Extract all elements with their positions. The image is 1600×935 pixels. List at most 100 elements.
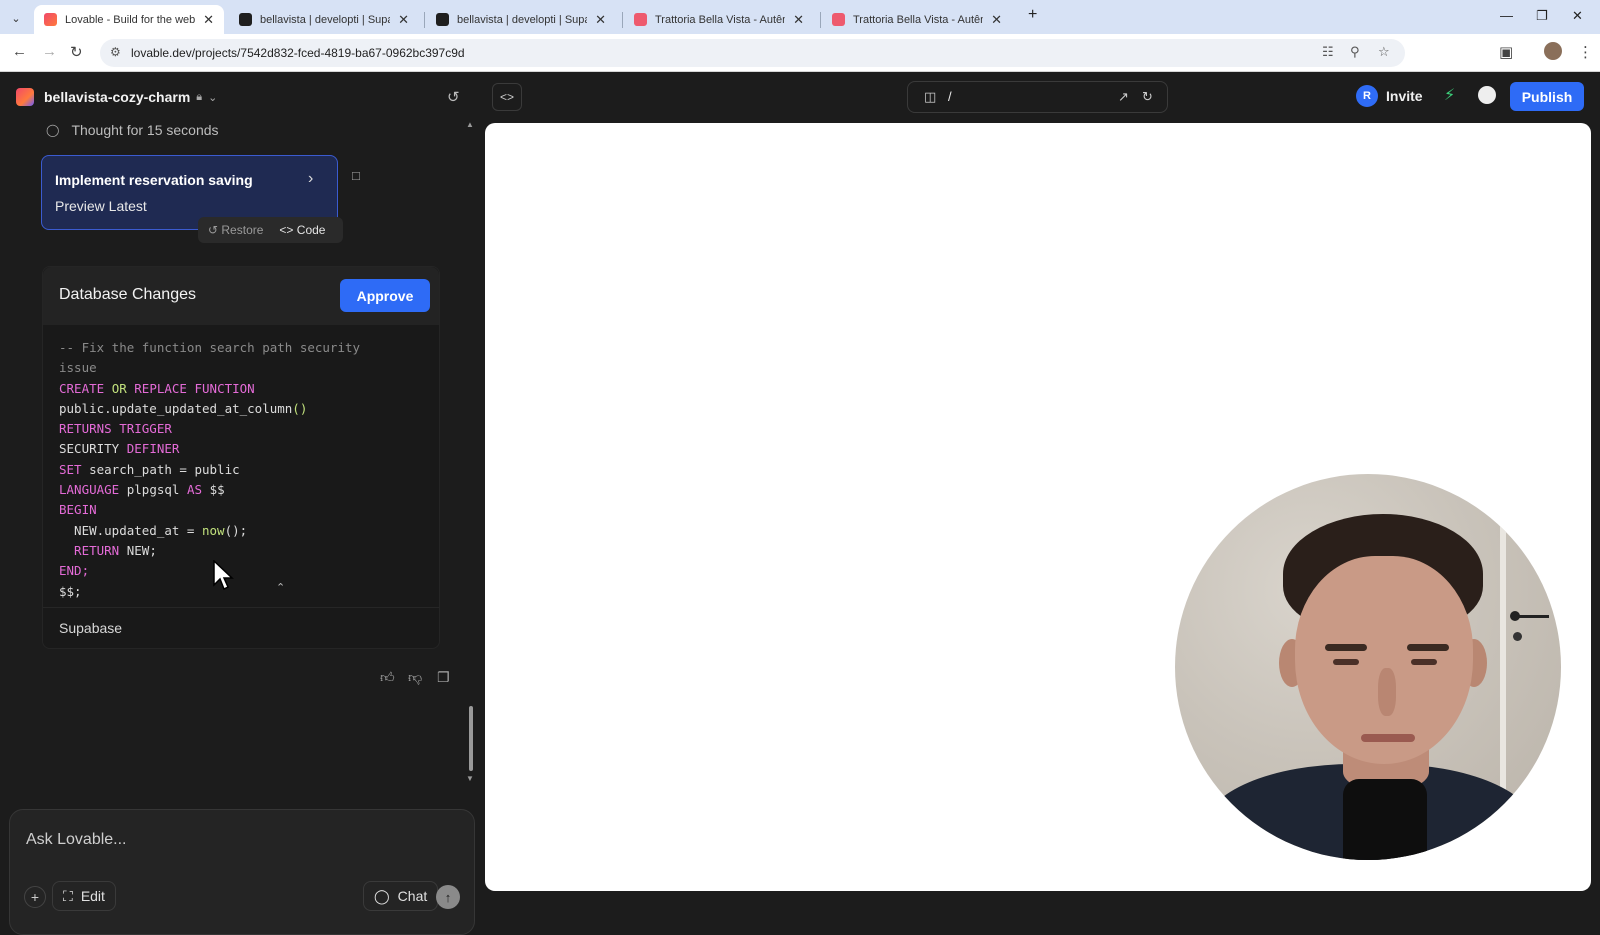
url-text[interactable]: lovable.dev/projects/7542d832-fced-4819-… [131, 46, 465, 60]
thought-indicator[interactable]: ◯ Thought for 15 seconds [46, 122, 219, 138]
presenter-mouth [1361, 734, 1415, 742]
close-tab-icon[interactable]: ✕ [793, 12, 804, 28]
extensions-icon[interactable]: ▣ [1499, 43, 1513, 61]
site-info-icon[interactable]: ⚙ [110, 45, 121, 59]
chat-scrollbar[interactable] [469, 706, 473, 771]
database-changes-card: Database Changes Approve -- Fix the func… [42, 266, 440, 649]
composer-input[interactable]: Ask Lovable... [26, 831, 127, 849]
door-handle [1513, 615, 1549, 618]
close-window-icon[interactable]: ✕ [1572, 8, 1583, 24]
zoom-icon[interactable]: ⚲ [1350, 44, 1360, 60]
route-path[interactable]: / [948, 89, 952, 104]
avatar: R [1356, 85, 1378, 107]
chat-composer[interactable]: Ask Lovable... + ⛶ Edit ◯ Chat ↑ [9, 809, 475, 935]
collapse-chevron-icon[interactable]: ⌃ [276, 581, 285, 594]
tab-title: Lovable - Build for the web 20x [65, 13, 196, 26]
database-changes-title: Database Changes [59, 286, 196, 303]
open-external-icon[interactable]: ↗ [1118, 89, 1129, 105]
refresh-preview-icon[interactable]: ↻ [1142, 89, 1153, 105]
github-icon[interactable] [1478, 86, 1496, 104]
scroll-down-icon[interactable]: ▼ [466, 774, 474, 783]
new-tab-button[interactable]: + [1028, 6, 1037, 24]
chat-mode-button[interactable]: ◯ Chat [363, 881, 439, 911]
presenter-eye [1333, 659, 1359, 665]
close-tab-icon[interactable]: ✕ [203, 12, 214, 28]
view-code-button[interactable]: <> Code [279, 223, 325, 237]
chevron-right-icon[interactable]: › [308, 170, 313, 188]
tab-search-chevron-icon[interactable]: ⌄ [6, 8, 26, 28]
menu-icon[interactable]: ⋮ [1578, 43, 1593, 61]
sql-code-block: -- Fix the function search path security… [59, 340, 361, 599]
approve-button[interactable]: Approve [340, 279, 430, 312]
tab-title: Trattoria Bella Vista - Autêntica [655, 13, 785, 26]
bookmark-icon[interactable]: □ [352, 168, 360, 183]
history-icon[interactable]: ↺ [447, 88, 460, 106]
chat-label: Chat [397, 888, 428, 904]
device-view-icon[interactable]: ◫ [924, 89, 936, 105]
microphone [1343, 779, 1427, 860]
forward-icon[interactable]: → [42, 43, 57, 60]
database-changes-footer: Supabase [43, 607, 439, 649]
close-tab-icon[interactable]: ✕ [398, 12, 409, 28]
arrow-up-icon: ↑ [444, 889, 452, 905]
lightbulb-icon: ◯ [374, 887, 390, 904]
door-edge [1500, 514, 1506, 814]
chat-panel: ▲ ◯ Thought for 15 seconds Implement res… [0, 116, 480, 935]
lovable-favicon-icon [634, 13, 647, 26]
version-subtitle: Preview Latest [55, 198, 147, 214]
database-changes-header: Database Changes Approve [43, 267, 439, 325]
profile-icon[interactable] [1544, 42, 1562, 60]
browser-tab[interactable]: Lovable - Build for the web 20x ✕ [34, 5, 224, 34]
reload-icon[interactable]: ↻ [70, 43, 83, 61]
close-tab-icon[interactable]: ✕ [991, 12, 1002, 28]
presenter-brow [1325, 644, 1367, 651]
browser-tab[interactable]: bellavista | developti | Supabase ✕ [426, 5, 616, 34]
publish-button[interactable]: Publish [1510, 82, 1584, 111]
version-actions: ↺ Restore <> Code [198, 217, 343, 243]
thumbs-down-icon[interactable]: 👎︎ [408, 669, 422, 686]
code-icon: <> [499, 90, 514, 104]
lovable-logo-icon [16, 88, 34, 106]
chevron-down-icon[interactable]: ⌄ [208, 91, 217, 104]
lock-icon: 🔒︎ [196, 90, 203, 103]
add-attachment-button[interactable]: + [24, 886, 46, 908]
close-tab-icon[interactable]: ✕ [595, 12, 606, 28]
restore-label: Restore [221, 223, 264, 237]
edit-label: Edit [80, 888, 105, 904]
browser-tab[interactable]: Trattoria Bella Vista - Autêntica ✕ [822, 5, 1012, 34]
project-name[interactable]: bellavista-cozy-charm [44, 89, 190, 105]
code-label: Code [296, 223, 326, 237]
star-icon[interactable]: ☆ [1378, 44, 1390, 60]
thumbs-up-icon[interactable]: 👍︎ [380, 669, 395, 686]
presenter-face [1295, 556, 1473, 764]
browser-tab[interactable]: Trattoria Bella Vista - Autêntica ✕ [624, 5, 814, 34]
back-icon[interactable]: ← [12, 43, 27, 60]
tab-separator [424, 12, 425, 28]
copy-icon[interactable]: ❐ [437, 669, 450, 686]
invite-button[interactable]: R Invite [1356, 82, 1423, 110]
edit-mode-button[interactable]: ⛶ Edit [52, 881, 116, 911]
lightbulb-icon: ◯ [46, 123, 60, 137]
tab-separator [622, 12, 623, 28]
code-view-toggle[interactable]: <> [492, 83, 522, 111]
thought-text: Thought for 15 seconds [71, 122, 219, 138]
url-field[interactable]: ⚙ lovable.dev/projects/7542d832-fced-481… [100, 39, 1405, 67]
lovable-favicon-icon [832, 13, 845, 26]
visual-edit-icon: ⛶ [63, 887, 73, 904]
project-selector[interactable]: bellavista-cozy-charm 🔒︎ ⌄ [16, 88, 217, 106]
route-bar[interactable]: ◫ / ↗ ↻ [907, 81, 1168, 113]
browser-tab[interactable]: bellavista | developti | Supabase ✕ [229, 5, 419, 34]
send-button[interactable]: ↑ [436, 885, 460, 909]
presenter-nose [1378, 668, 1396, 716]
door-lock [1513, 632, 1522, 641]
supabase-bolt-icon[interactable]: ⚡︎ [1444, 85, 1455, 105]
minimize-icon[interactable]: — [1500, 8, 1513, 23]
translate-icon[interactable]: ☷ [1322, 44, 1334, 60]
supabase-favicon-icon [239, 13, 252, 26]
scroll-up-icon[interactable]: ▲ [466, 120, 474, 129]
version-title: Implement reservation saving [55, 172, 253, 188]
restore-window-icon[interactable]: ❐ [1536, 8, 1548, 24]
presenter-brow [1407, 644, 1449, 651]
restore-button[interactable]: ↺ Restore [208, 223, 263, 237]
browser-tab-bar: ⌄ Lovable - Build for the web 20x ✕ bell… [0, 0, 1600, 34]
